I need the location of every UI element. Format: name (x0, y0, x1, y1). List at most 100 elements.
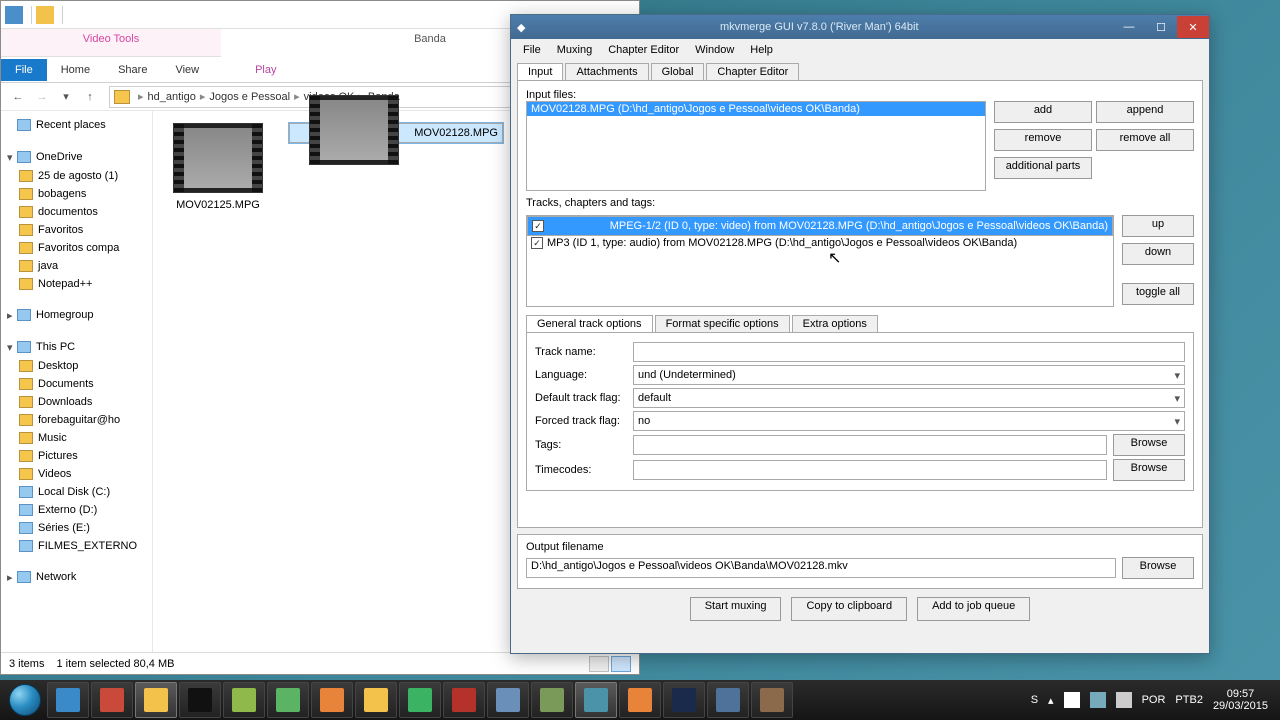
append-button[interactable]: append (1096, 101, 1194, 123)
taskbar-app[interactable] (663, 682, 705, 718)
view-details-button[interactable] (589, 656, 609, 672)
toggle-all-button[interactable]: toggle all (1122, 283, 1194, 305)
tracks-list[interactable]: ✓MPEG-1/2 (ID 0, type: video) from MOV02… (526, 215, 1114, 307)
browse-output-button[interactable]: Browse (1122, 557, 1194, 579)
copy-clipboard-button[interactable]: Copy to clipboard (791, 597, 907, 621)
context-tab-video-tools[interactable]: Video Tools (1, 29, 221, 57)
sidebar-item[interactable]: Downloads (1, 393, 152, 411)
folder-icon[interactable] (36, 6, 54, 24)
ribbon-file[interactable]: File (1, 59, 47, 81)
input-file-item[interactable]: MOV02128.MPG (D:\hd_antigo\Jogos e Pesso… (527, 102, 985, 116)
breadcrumb-seg[interactable]: hd_antigo (146, 91, 198, 103)
taskbar-app[interactable] (223, 682, 265, 718)
sidebar[interactable]: Recent places ▾OneDrive 25 de agosto (1)… (1, 111, 153, 653)
checkbox-icon[interactable]: ✓ (532, 220, 544, 232)
tab-input[interactable]: Input (517, 63, 563, 80)
clock[interactable]: 09:57 29/03/2015 (1213, 688, 1268, 712)
menu-file[interactable]: File (517, 42, 547, 58)
language-select[interactable]: und (Undetermined)▾ (633, 365, 1185, 385)
taskbar-app[interactable] (751, 682, 793, 718)
taskbar[interactable]: S ▴ POR PTB2 09:57 29/03/2015 (0, 680, 1280, 720)
ribbon-play[interactable]: Play (241, 59, 290, 81)
sidebar-item[interactable]: Local Disk (C:) (1, 483, 152, 501)
sidebar-recent[interactable]: Recent places (1, 115, 152, 135)
default-flag-select[interactable]: default▾ (633, 388, 1185, 408)
forward-button[interactable]: → (31, 86, 53, 108)
menu-help[interactable]: Help (744, 42, 779, 58)
forced-flag-select[interactable]: no▾ (633, 411, 1185, 431)
taskbar-app[interactable] (487, 682, 529, 718)
taskbar-app[interactable] (443, 682, 485, 718)
track-name-input[interactable] (633, 342, 1185, 362)
file-item[interactable]: MOV02128.MPG (289, 123, 503, 143)
menu-window[interactable]: Window (689, 42, 740, 58)
clock[interactable]: PTB2 (1175, 694, 1203, 706)
tab-general-options[interactable]: General track options (526, 315, 653, 332)
browse-timecodes-button[interactable]: Browse (1113, 459, 1185, 481)
track-item[interactable]: ✓MP3 (ID 1, type: audio) from MOV02128.M… (527, 236, 1113, 250)
sidebar-item[interactable]: forebaguitar@ho (1, 411, 152, 429)
sidebar-homegroup[interactable]: ▸Homegroup (1, 305, 152, 325)
tab-format-options[interactable]: Format specific options (655, 315, 790, 332)
sidebar-item[interactable]: Documents (1, 375, 152, 393)
sidebar-item[interactable]: Desktop (1, 357, 152, 375)
down-button[interactable]: down (1122, 243, 1194, 265)
sidebar-item[interactable]: FILMES_EXTERNO (1, 537, 152, 555)
sidebar-item[interactable]: Séries (E:) (1, 519, 152, 537)
start-muxing-button[interactable]: Start muxing (690, 597, 782, 621)
ribbon-share[interactable]: Share (104, 59, 161, 81)
file-item[interactable]: MOV02125.MPG (163, 123, 273, 211)
tray-chevron-icon[interactable]: ▴ (1048, 694, 1054, 707)
sidebar-item[interactable]: Videos (1, 465, 152, 483)
system-tray[interactable]: S ▴ POR PTB2 09:57 29/03/2015 (1031, 688, 1276, 712)
view-icons-button[interactable] (611, 656, 631, 672)
ribbon-view[interactable]: View (161, 59, 213, 81)
taskbar-app[interactable] (179, 682, 221, 718)
history-dropdown[interactable]: ▾ (55, 86, 77, 108)
checkbox-icon[interactable]: ✓ (531, 237, 543, 249)
add-queue-button[interactable]: Add to job queue (917, 597, 1030, 621)
sidebar-item[interactable]: 25 de agosto (1) (1, 167, 152, 185)
taskbar-app[interactable] (91, 682, 133, 718)
sidebar-item[interactable]: Favoritos (1, 221, 152, 239)
taskbar-app[interactable] (267, 682, 309, 718)
taskbar-app[interactable] (355, 682, 397, 718)
sidebar-network[interactable]: ▸Network (1, 567, 152, 587)
track-item[interactable]: ✓MPEG-1/2 (ID 0, type: video) from MOV02… (527, 216, 1113, 236)
add-button[interactable]: add (994, 101, 1092, 123)
tab-attachments[interactable]: Attachments (565, 63, 648, 80)
maximize-button[interactable]: ☐ (1145, 16, 1177, 38)
tab-chapter-editor[interactable]: Chapter Editor (706, 63, 799, 80)
additional-parts-button[interactable]: additional parts (994, 157, 1092, 179)
ribbon-home[interactable]: Home (47, 59, 104, 81)
sidebar-item[interactable]: Music (1, 429, 152, 447)
sidebar-item[interactable]: Pictures (1, 447, 152, 465)
close-button[interactable]: ✕ (1177, 16, 1209, 38)
output-path-input[interactable]: D:\hd_antigo\Jogos e Pessoal\videos OK\B… (526, 558, 1116, 578)
sidebar-onedrive[interactable]: ▾OneDrive (1, 147, 152, 167)
sidebar-item[interactable]: documentos (1, 203, 152, 221)
timecodes-input[interactable] (633, 460, 1107, 480)
sidebar-item[interactable]: Notepad++ (1, 275, 152, 293)
remove-button[interactable]: remove (994, 129, 1092, 151)
taskbar-app[interactable] (311, 682, 353, 718)
tab-extra-options[interactable]: Extra options (792, 315, 878, 332)
tags-input[interactable] (633, 435, 1107, 455)
taskbar-app[interactable] (707, 682, 749, 718)
mkv-titlebar[interactable]: ◆ mkvmerge GUI v7.8.0 ('River Man') 64bi… (511, 15, 1209, 39)
taskbar-app[interactable] (575, 682, 617, 718)
tray-icon[interactable] (1090, 692, 1106, 708)
remove-all-button[interactable]: remove all (1096, 129, 1194, 151)
taskbar-app[interactable] (619, 682, 661, 718)
taskbar-app[interactable] (135, 682, 177, 718)
sidebar-thispc[interactable]: ▾This PC (1, 337, 152, 357)
up-button[interactable]: up (1122, 215, 1194, 237)
tray-s[interactable]: S (1031, 694, 1038, 706)
clock[interactable]: POR (1142, 694, 1166, 706)
tab-global[interactable]: Global (651, 63, 705, 80)
back-button[interactable]: ← (7, 86, 29, 108)
breadcrumb-seg[interactable]: Jogos e Pessoal (207, 91, 292, 103)
browse-tags-button[interactable]: Browse (1113, 434, 1185, 456)
sidebar-item[interactable]: java (1, 257, 152, 275)
menu-muxing[interactable]: Muxing (551, 42, 598, 58)
